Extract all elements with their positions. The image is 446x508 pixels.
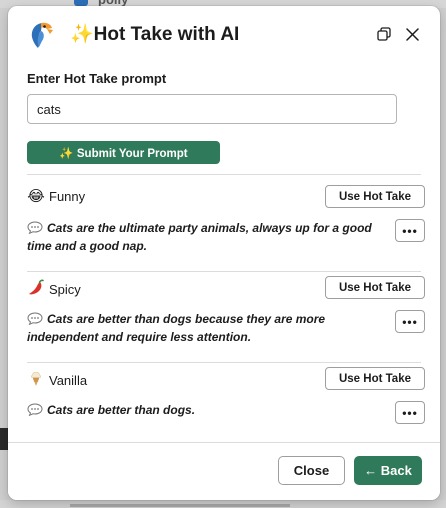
hot-pepper-icon <box>27 278 45 300</box>
prompt-input[interactable] <box>27 94 397 124</box>
parrot-logo-icon <box>31 22 53 48</box>
expand-window-icon[interactable] <box>374 24 394 44</box>
back-button[interactable]: ← Back <box>354 456 422 485</box>
hot-take-text-content: Cats are the ultimate party animals, alw… <box>27 221 372 253</box>
hot-take-text: Cats are the ultimate party animals, alw… <box>27 219 387 255</box>
hot-take-header: Vanilla <box>27 369 87 391</box>
hot-take-text-content: Cats are better than dogs because they a… <box>27 312 326 344</box>
speech-bubble-icon <box>27 312 43 325</box>
hot-take-name: Vanilla <box>49 372 88 388</box>
close-icon-glyph <box>405 27 419 41</box>
speech-bubble-icon <box>27 221 43 234</box>
expand-window-icon-glyph <box>377 27 391 41</box>
hot-take-header: Spicy <box>27 278 81 300</box>
hot-take-vanilla: Vanilla Use Hot Take Cats are better tha… <box>8 357 440 442</box>
use-hot-take-button[interactable]: Use Hot Take <box>325 185 425 208</box>
speech-bubble-icon <box>27 403 43 416</box>
ice-cream-icon-glyph <box>31 372 41 386</box>
more-options-button[interactable]: ••• <box>395 310 425 333</box>
modal-body: Enter Hot Take prompt ✨ Submit Your Prom… <box>8 62 440 442</box>
use-hot-take-button[interactable]: Use Hot Take <box>325 367 425 390</box>
modal-title: ✨Hot Take with AI <box>70 24 240 45</box>
background-app-footer <box>0 500 446 508</box>
hot-pepper-icon-glyph <box>29 279 44 295</box>
ice-cream-icon <box>27 369 45 391</box>
hot-take-text: Cats are better than dogs. <box>27 401 387 419</box>
use-hot-take-button[interactable]: Use Hot Take <box>325 276 425 299</box>
more-options-button[interactable]: ••• <box>395 219 425 242</box>
hot-take-text-content: Cats are better than dogs. <box>47 403 196 417</box>
prompt-label: Enter Hot Take prompt <box>27 71 167 86</box>
hot-take-modal: ✨Hot Take with AI Enter Hot Take prompt … <box>8 6 440 500</box>
modal-footer: Close ← Back <box>8 442 440 500</box>
close-button[interactable]: Close <box>278 456 345 485</box>
modal-header: ✨Hot Take with AI <box>8 6 440 62</box>
hot-take-header: 😂 Funny <box>27 187 85 205</box>
more-options-button[interactable]: ••• <box>395 401 425 424</box>
background-sidebar-fragment <box>0 428 8 450</box>
laughing-face-icon: 😂 <box>27 187 45 205</box>
hot-take-spicy: Spicy Use Hot Take Cats are better than … <box>8 266 440 356</box>
close-icon[interactable] <box>402 24 422 44</box>
hot-take-text: Cats are better than dogs because they a… <box>27 310 387 346</box>
hot-take-name: Spicy <box>49 281 81 297</box>
hot-take-name: Funny <box>49 188 86 204</box>
submit-prompt-button[interactable]: ✨ Submit Your Prompt <box>27 141 220 164</box>
hot-take-funny: 😂 Funny Use Hot Take Cats are the ultima… <box>8 175 440 265</box>
